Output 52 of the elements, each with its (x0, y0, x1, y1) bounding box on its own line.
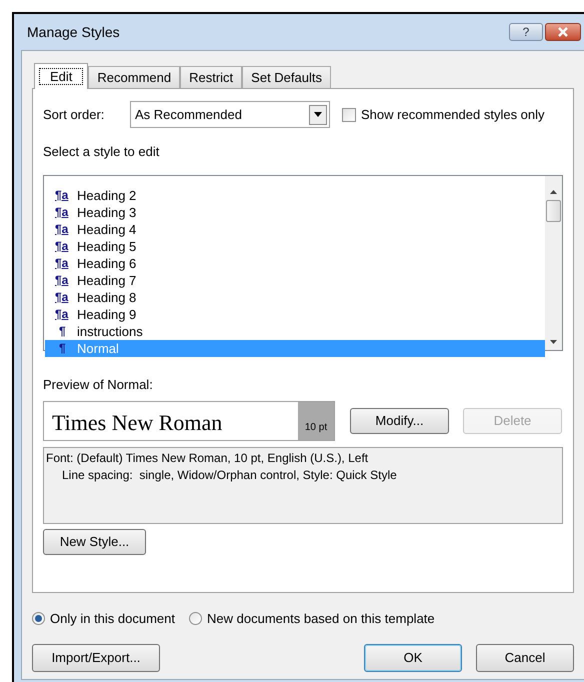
dialog-button[interactable]: Import/Export... (32, 644, 160, 672)
scroll-down-icon[interactable] (550, 340, 557, 344)
font-size-label: 10 pt (298, 402, 334, 440)
style-type-icon: ¶a (55, 240, 73, 252)
style-type-icon: ¶a (55, 257, 73, 269)
style-list-item[interactable]: ¶a Heading 5 (45, 238, 545, 254)
style-type-icon: ¶a (55, 206, 73, 218)
modify-button[interactable]: Modify... (350, 408, 449, 434)
radio-label: Only in this document (50, 610, 176, 628)
tab[interactable]: Set Defaults (242, 66, 331, 88)
style-list-item[interactable]: ¶ Normal (45, 340, 545, 356)
checkbox[interactable] (342, 108, 356, 122)
close-icon (557, 27, 569, 37)
style-list-item[interactable]: ¶a Heading 7 (45, 272, 545, 288)
radio-button[interactable] (32, 612, 45, 626)
style-type-icon: ¶ (59, 325, 73, 337)
new-style-button[interactable]: New Style... (43, 529, 146, 555)
help-button[interactable]: ? (509, 23, 543, 41)
dropdown-caret-icon (309, 104, 327, 124)
tab[interactable]: Recommend (88, 66, 180, 88)
style-list-item[interactable]: ¶a Heading 6 (45, 254, 545, 272)
radio-label: New documents based on this template (207, 610, 435, 628)
style-type-icon: ¶a (55, 223, 73, 235)
dialog-button[interactable]: OK (364, 644, 462, 672)
preview-label: Preview of Normal: (43, 376, 154, 394)
style-list-item[interactable]: ¶ instructions (45, 322, 545, 340)
preview-text: Times New Roman (51, 409, 224, 437)
close-button[interactable] (545, 23, 581, 41)
description-line: Line spacing: single, Widow/Orphan control, Style: Quick Style (61, 467, 398, 484)
style-list-item[interactable]: ¶a Heading 2 (45, 186, 545, 204)
tab[interactable]: Restrict (180, 66, 242, 88)
scrollbar[interactable] (545, 176, 562, 350)
list-label: Select a style to edit (43, 143, 160, 161)
scroll-thumb[interactable] (546, 200, 561, 222)
dialog-button[interactable]: Cancel (476, 644, 574, 672)
sort-order-dropdown[interactable]: As Recommended (130, 101, 330, 128)
window-title: Manage Styles (26, 22, 120, 42)
sort-order-label: Sort order: (43, 106, 106, 124)
checkbox-label: Show recommended styles only (361, 106, 545, 124)
style-type-icon: ¶a (55, 189, 73, 201)
style-list-item[interactable]: ¶a Heading 9 (45, 306, 545, 322)
style-type-icon: ¶a (55, 308, 73, 320)
style-type-icon: ¶ (59, 342, 73, 354)
style-type-icon: ¶a (55, 274, 73, 286)
style-type-icon: ¶a (55, 291, 73, 303)
description-line: Font: (Default) Times New Roman, 10 pt, English (U.S.), Left (46, 450, 370, 467)
style-list-item[interactable]: ¶a Heading 3 (45, 204, 545, 220)
style-list-item[interactable]: ¶a Heading 4 (45, 220, 545, 238)
style-list-item[interactable]: ¶a Heading 8 (45, 288, 545, 306)
radio-button[interactable] (189, 612, 202, 626)
tab[interactable]: Edit (34, 63, 88, 89)
scroll-up-icon[interactable] (550, 190, 557, 194)
